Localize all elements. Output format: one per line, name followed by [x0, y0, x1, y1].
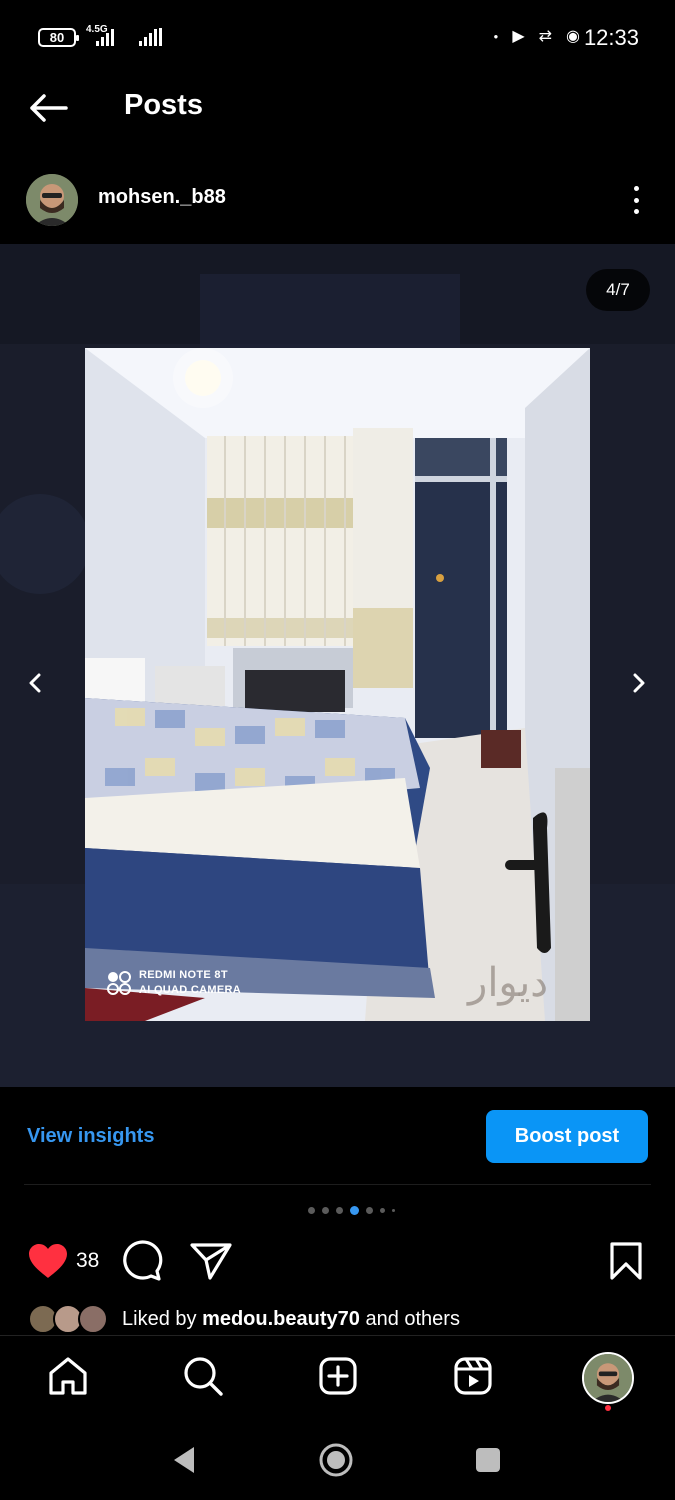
dot [633, 197, 639, 203]
clock: 12:33 [583, 25, 639, 50]
like-button[interactable] [27, 1242, 69, 1280]
system-recents-button[interactable] [476, 1448, 500, 1472]
camera-logo-icon [107, 971, 131, 995]
back-button[interactable] [26, 88, 70, 128]
camera-type: AI QUAD CAMERA [139, 984, 241, 996]
carousel-dot [308, 1207, 315, 1214]
carousel-dot [336, 1207, 343, 1214]
notification-dot [605, 1405, 611, 1411]
previous-slide-button[interactable] [20, 668, 50, 698]
carousel-dot [366, 1207, 373, 1214]
create-icon [319, 1357, 357, 1395]
divar-watermark: دیوار [468, 960, 549, 1006]
bookmark-icon [610, 1242, 642, 1280]
more-options-button[interactable] [622, 182, 650, 218]
page-title: Posts [124, 89, 203, 121]
home-tab[interactable] [46, 1354, 90, 1398]
comment-button[interactable] [121, 1240, 163, 1282]
heart-icon [29, 1244, 67, 1278]
liked-by-suffix: and others [359, 1308, 460, 1330]
liked-by-avatars[interactable] [28, 1304, 110, 1336]
search-tab[interactable] [181, 1354, 225, 1398]
status-bar: 80 4.5G ● ▶ ⇄ ◉ 12:33 [0, 0, 675, 75]
share-button[interactable] [190, 1242, 232, 1280]
comment-icon [123, 1240, 163, 1281]
slide-counter: 4/7 [586, 269, 650, 311]
reels-tab[interactable] [451, 1354, 495, 1398]
carousel-indicator [14, 1206, 675, 1215]
post-photo[interactable] [85, 348, 590, 1021]
bedroom-photo [85, 348, 590, 1021]
like-count[interactable]: 38 [76, 1249, 99, 1273]
carousel-dot [380, 1208, 385, 1213]
divider [24, 1184, 651, 1185]
liked-by-text[interactable]: Liked by medou.beauty70 and others [122, 1308, 460, 1331]
boost-post-button[interactable]: Boost post [486, 1110, 648, 1163]
dot [633, 186, 639, 191]
notification-icons: ● ▶ ⇄ ◉ [493, 28, 580, 45]
home-icon [49, 1357, 87, 1395]
reels-icon [454, 1357, 492, 1395]
avatar[interactable] [26, 174, 78, 226]
camera-watermark: REDMI NOTE 8T AI QUAD CAMERA [139, 968, 241, 998]
carousel-dot [322, 1207, 329, 1214]
profile-avatar [584, 1354, 632, 1402]
paper-plane-icon [190, 1243, 232, 1280]
save-button[interactable] [608, 1242, 644, 1280]
next-slide-button[interactable] [624, 668, 654, 698]
signal-icon [139, 28, 162, 46]
arrow-left-icon [30, 94, 68, 122]
create-tab[interactable] [316, 1354, 360, 1398]
avatar [78, 1304, 108, 1334]
signal-icon [96, 28, 114, 46]
search-icon [184, 1357, 223, 1396]
post-username[interactable]: mohsen._b88 [98, 186, 226, 209]
liked-by-user[interactable]: medou.beauty70 [202, 1308, 360, 1330]
profile-tab[interactable] [582, 1352, 634, 1404]
system-back-button[interactable] [170, 1444, 198, 1476]
chevron-right-icon [633, 673, 645, 693]
view-insights-link[interactable]: View insights [27, 1125, 154, 1148]
carousel-dot-active [350, 1206, 359, 1215]
dot [633, 209, 639, 214]
liked-by-prefix: Liked by [122, 1308, 203, 1330]
camera-model: REDMI NOTE 8T [139, 969, 228, 981]
battery-icon: 80 [38, 28, 79, 47]
system-home-button[interactable] [318, 1442, 354, 1478]
chevron-left-icon [29, 673, 41, 693]
battery-level: 80 [49, 30, 65, 45]
carousel-dot [392, 1209, 395, 1212]
